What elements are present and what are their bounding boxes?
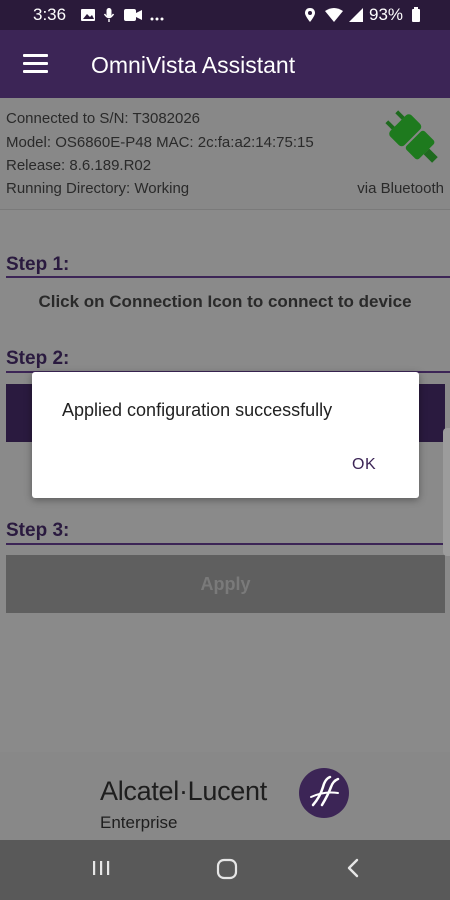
edge-panel-handle[interactable]: [443, 428, 450, 556]
apply-button[interactable]: Apply: [6, 555, 445, 613]
connected-plug-icon[interactable]: [380, 106, 446, 170]
mic-icon: [103, 8, 115, 22]
app-bar: OmniVista Assistant: [0, 30, 450, 98]
status-bar: 3:36 93%: [0, 0, 450, 30]
footer-branding: Alcatel·Lucent Enterprise: [0, 752, 450, 840]
more-dots-icon: [150, 17, 164, 21]
hamburger-menu-icon[interactable]: [23, 54, 48, 74]
device-model-mac: Model: OS6860E-P48 MAC: 2c:fa:a2:14:75:1…: [6, 134, 314, 151]
success-dialog: Applied configuration successfully OK: [32, 372, 419, 498]
step2-label: Step 2:: [6, 348, 70, 369]
alcatel-lucent-logo-icon: [299, 768, 349, 818]
step3-label: Step 3:: [6, 520, 70, 541]
connection-type: via Bluetooth: [357, 180, 444, 197]
brand-subtitle: Enterprise: [100, 813, 178, 832]
system-nav-bar: [0, 840, 450, 900]
image-icon: [81, 9, 95, 21]
device-running-directory: Running Directory: Working: [6, 180, 190, 197]
video-icon: [124, 9, 142, 21]
battery-percent: 93%: [369, 5, 404, 24]
step1-instruction: Click on Connection Icon to connect to d…: [38, 292, 412, 311]
home-icon[interactable]: [216, 858, 238, 880]
back-icon[interactable]: [345, 858, 361, 878]
recent-apps-icon[interactable]: [91, 858, 111, 878]
dialog-message: Applied configuration successfully: [62, 400, 333, 420]
brand-name: Alcatel·Lucent: [100, 776, 267, 806]
step1-label: Step 1:: [6, 254, 70, 275]
step1-divider: [6, 276, 450, 278]
signal-icon: [349, 8, 363, 22]
wifi-icon: [325, 8, 343, 22]
battery-icon: [412, 7, 420, 22]
device-release: Release: 8.6.189.R02: [6, 157, 152, 174]
status-time: 3:36: [33, 5, 67, 24]
device-info-panel: Connected to S/N: T3082026 Model: OS6860…: [0, 98, 450, 210]
dialog-ok-button[interactable]: OK: [352, 456, 376, 474]
step3-divider: [6, 543, 450, 545]
app-title: OmniVista Assistant: [91, 52, 296, 78]
device-serial: Connected to S/N: T3082026: [6, 110, 201, 127]
location-icon: [305, 8, 315, 22]
